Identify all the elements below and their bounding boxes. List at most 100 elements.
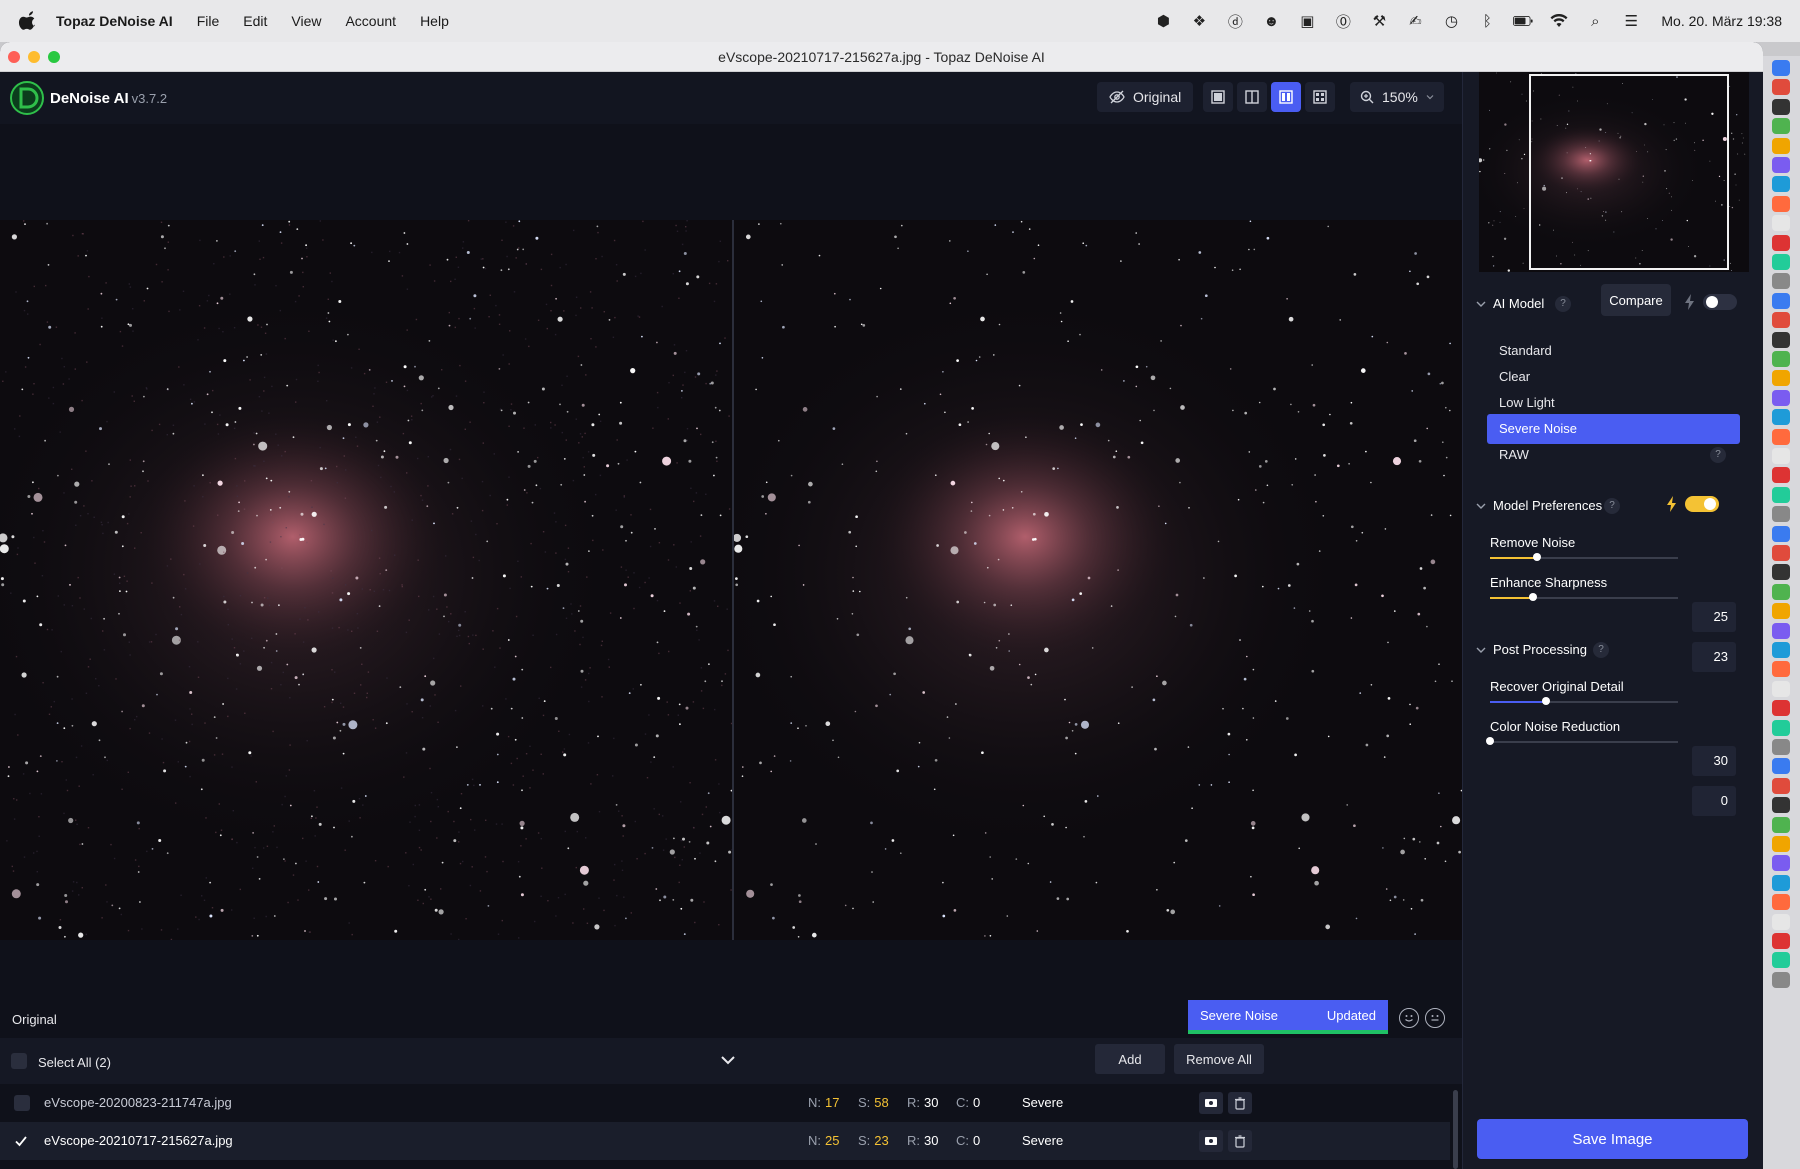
dock-app-icon[interactable] bbox=[1772, 971, 1790, 988]
dock-app-icon[interactable] bbox=[1772, 157, 1790, 173]
split-view-button[interactable] bbox=[1237, 82, 1267, 112]
dock-app-icon[interactable] bbox=[1772, 312, 1790, 329]
apple-icon[interactable] bbox=[18, 11, 38, 31]
grid-view-button[interactable] bbox=[1305, 82, 1335, 112]
dock-app-icon[interactable] bbox=[1772, 98, 1790, 115]
save-image-button[interactable]: Save Image bbox=[1477, 1119, 1748, 1159]
compare-button[interactable]: Compare bbox=[1601, 284, 1671, 316]
recover-detail-slider[interactable] bbox=[1490, 697, 1678, 705]
dock-app-icon[interactable] bbox=[1772, 642, 1790, 658]
dock-app-icon[interactable] bbox=[1772, 855, 1790, 872]
status-robot-icon[interactable]: ☻ bbox=[1261, 12, 1281, 30]
dock-app-icon[interactable] bbox=[1772, 680, 1790, 697]
menu-file[interactable]: File bbox=[197, 13, 220, 29]
battery-icon[interactable] bbox=[1513, 12, 1533, 30]
dock-app-icon[interactable] bbox=[1772, 545, 1790, 561]
dock-app-icon[interactable] bbox=[1772, 564, 1790, 581]
dock-app-icon[interactable] bbox=[1772, 273, 1790, 290]
dock-app-icon[interactable] bbox=[1772, 389, 1790, 406]
remove-noise-slider-handle[interactable] bbox=[1533, 553, 1541, 561]
dock-app-icon[interactable] bbox=[1772, 331, 1790, 348]
post-processing-help-icon[interactable]: ? bbox=[1593, 642, 1609, 658]
dock-app-icon[interactable] bbox=[1772, 894, 1790, 911]
password-icon[interactable]: ⓪ bbox=[1333, 12, 1353, 31]
file-list-scrollbar[interactable] bbox=[1453, 1090, 1458, 1169]
color-noise-value[interactable]: 0 bbox=[1692, 786, 1736, 816]
processed-image-pane[interactable] bbox=[734, 220, 1462, 940]
ai-model-chevron-icon[interactable] bbox=[1475, 298, 1487, 310]
bluetooth-icon[interactable]: ᛒ bbox=[1477, 12, 1497, 30]
dock-app-icon[interactable] bbox=[1772, 118, 1790, 135]
signature-icon[interactable]: ✍ bbox=[1405, 12, 1425, 30]
color-noise-slider[interactable] bbox=[1486, 737, 1678, 745]
status-app-icon[interactable]: ⬢ bbox=[1153, 12, 1173, 30]
enhance-sharpness-slider[interactable] bbox=[1490, 593, 1678, 601]
control-center-icon[interactable]: ☰ bbox=[1621, 12, 1641, 30]
close-window-button[interactable] bbox=[8, 51, 20, 63]
dock-app-icon[interactable] bbox=[1772, 719, 1790, 736]
wifi-icon[interactable] bbox=[1549, 12, 1569, 30]
preview-file-button[interactable] bbox=[1199, 1092, 1223, 1114]
dock-app-icon[interactable] bbox=[1772, 79, 1790, 96]
collapse-filelist-chevron-icon[interactable] bbox=[719, 1051, 737, 1069]
navigator-viewport-frame[interactable] bbox=[1529, 74, 1729, 270]
model-option-raw[interactable]: RAW ? bbox=[1487, 440, 1740, 470]
dock-app-icon[interactable] bbox=[1772, 952, 1790, 969]
auto-preferences-toggle[interactable] bbox=[1685, 496, 1719, 512]
dock-app-icon[interactable] bbox=[1772, 661, 1790, 678]
file-row[interactable]: eVscope-20200823-211747a.jpg N: 17 S: 58 R… bbox=[0, 1084, 1450, 1122]
checkmark-icon[interactable] bbox=[14, 1134, 28, 1148]
zoom-dropdown[interactable]: 150% bbox=[1350, 82, 1444, 112]
preview-file-button[interactable] bbox=[1199, 1130, 1223, 1152]
dock-app-icon[interactable] bbox=[1772, 836, 1790, 852]
delete-file-button[interactable] bbox=[1228, 1092, 1252, 1114]
file-row-checkbox[interactable] bbox=[14, 1095, 30, 1111]
dock-app-icon[interactable] bbox=[1772, 622, 1790, 639]
enhance-sharpness-value[interactable]: 23 bbox=[1692, 642, 1736, 672]
dock-app-icon[interactable] bbox=[1772, 797, 1790, 814]
file-row-selected[interactable]: eVscope-20210717-215627a.jpg N: 25 S: 23 R… bbox=[0, 1122, 1450, 1160]
dock-app-icon[interactable] bbox=[1772, 448, 1790, 464]
compare-toggle[interactable] bbox=[1703, 294, 1737, 310]
status-d-icon[interactable]: ⓓ bbox=[1225, 12, 1245, 31]
post-processing-chevron-icon[interactable] bbox=[1475, 644, 1487, 656]
dock-app-icon[interactable] bbox=[1772, 215, 1790, 232]
dock-app-icon[interactable] bbox=[1772, 60, 1790, 76]
original-image-pane[interactable] bbox=[0, 220, 732, 940]
minimize-window-button[interactable] bbox=[28, 51, 40, 63]
show-original-button[interactable]: Original bbox=[1097, 82, 1194, 112]
dock-app-icon[interactable] bbox=[1772, 195, 1790, 212]
dock-app-icon[interactable] bbox=[1772, 234, 1790, 251]
dock-app-icon[interactable] bbox=[1772, 700, 1790, 717]
color-noise-slider-handle[interactable] bbox=[1486, 737, 1494, 745]
dock-app-icon[interactable] bbox=[1772, 816, 1790, 833]
remove-noise-slider[interactable] bbox=[1490, 553, 1678, 561]
select-all-checkbox[interactable] bbox=[11, 1053, 27, 1069]
single-view-button[interactable] bbox=[1203, 82, 1233, 112]
menu-clock[interactable]: Mo. 20. März 19:38 bbox=[1661, 13, 1782, 29]
dock-app-icon[interactable] bbox=[1772, 758, 1790, 775]
dock-app-icon[interactable] bbox=[1772, 351, 1790, 367]
dock-app-icon[interactable] bbox=[1772, 525, 1790, 542]
image-preview-area[interactable] bbox=[0, 124, 1462, 1024]
side-by-side-view-button[interactable] bbox=[1271, 82, 1301, 112]
dock-app-icon[interactable] bbox=[1772, 913, 1790, 930]
menu-view[interactable]: View bbox=[291, 13, 321, 29]
sidebar-toggle-icon[interactable]: ▣ bbox=[1297, 12, 1317, 30]
dock-app-icon[interactable] bbox=[1772, 506, 1790, 523]
recover-detail-value[interactable]: 30 bbox=[1692, 746, 1736, 776]
dock-app-icon[interactable] bbox=[1772, 137, 1790, 154]
spotlight-search-icon[interactable]: ⌕ bbox=[1585, 12, 1605, 30]
navigator-thumbnail[interactable] bbox=[1479, 72, 1749, 272]
dock-app-icon[interactable] bbox=[1772, 467, 1790, 484]
time-machine-icon[interactable]: ◷ bbox=[1441, 12, 1461, 30]
dock-app-icon[interactable] bbox=[1772, 603, 1790, 620]
smile-feedback-icon[interactable] bbox=[1399, 1008, 1419, 1028]
model-preferences-chevron-icon[interactable] bbox=[1475, 500, 1487, 512]
dock-app-icon[interactable] bbox=[1772, 739, 1790, 755]
enhance-sharpness-slider-handle[interactable] bbox=[1529, 593, 1538, 601]
menu-help[interactable]: Help bbox=[420, 13, 449, 29]
dock-app-icon[interactable] bbox=[1772, 370, 1790, 387]
raw-help-icon[interactable]: ? bbox=[1710, 447, 1726, 463]
menu-account[interactable]: Account bbox=[345, 13, 396, 29]
